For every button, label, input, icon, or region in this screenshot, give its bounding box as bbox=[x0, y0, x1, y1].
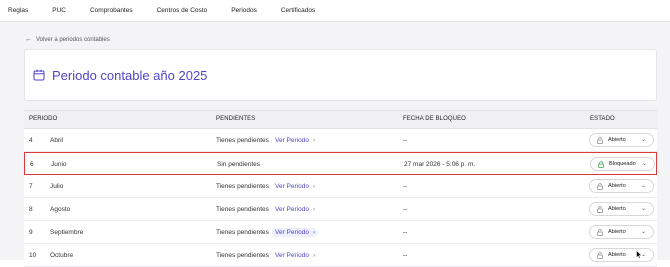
pending-status: Tienes pendientes bbox=[216, 137, 269, 144]
pending-status: Tienes pendientes bbox=[216, 206, 269, 213]
period-month: Agosto bbox=[50, 206, 71, 213]
lock-date: -- bbox=[403, 252, 408, 259]
lock-date: -- bbox=[403, 137, 408, 144]
period-number: 10 bbox=[29, 252, 37, 259]
ver-periodo-label: Ver Periodo bbox=[275, 229, 309, 236]
period-month: Septiembre bbox=[50, 229, 84, 236]
nav-item-comprobantes[interactable]: Comprobantes bbox=[90, 7, 133, 14]
period-month: Abril bbox=[50, 137, 64, 144]
pending-status: Sin pendientes bbox=[217, 161, 261, 168]
ver-periodo-label: Ver Periodo bbox=[275, 206, 309, 213]
header-estado: ESTADO bbox=[590, 116, 615, 122]
ver-periodo-link[interactable]: Ver Periodo › bbox=[272, 228, 319, 237]
ver-periodo-link[interactable]: Ver Periodo › bbox=[275, 206, 315, 213]
status-dropdown[interactable]: Bloqueado ⌄ bbox=[590, 157, 655, 171]
status-label: Abierto bbox=[608, 137, 626, 143]
period-month: Octubre bbox=[50, 252, 74, 259]
page-title: Periodo contable año 2025 bbox=[52, 67, 208, 83]
period-month: Julio bbox=[50, 183, 64, 190]
back-link[interactable]: ← Volver a periodos contables bbox=[25, 36, 110, 43]
lock-open-icon bbox=[597, 182, 603, 190]
calendar-icon bbox=[33, 69, 45, 81]
chevron-right-icon: › bbox=[312, 183, 316, 190]
ver-periodo-label: Ver Periodo bbox=[275, 252, 309, 259]
lock-open-icon bbox=[597, 228, 603, 236]
header-periodo: PERIODO bbox=[29, 116, 58, 122]
table-row: 7 Julio Tienes pendientes Ver Periodo › -… bbox=[24, 175, 657, 198]
period-number: 7 bbox=[29, 183, 33, 190]
chevron-down-icon: ⌄ bbox=[640, 206, 646, 212]
nav-item-periodos[interactable]: Periodos bbox=[231, 7, 257, 14]
status-dropdown[interactable]: Abierto ⌄ bbox=[589, 202, 654, 216]
status-dropdown[interactable]: Abierto ⌄ bbox=[589, 225, 654, 239]
header-pendientes: PENDIENTES bbox=[216, 116, 256, 122]
status-label: Bloqueado bbox=[609, 161, 636, 167]
chevron-down-icon: ⌄ bbox=[641, 161, 647, 167]
mouse-cursor-icon bbox=[636, 250, 642, 259]
chevron-down-icon: ⌄ bbox=[640, 229, 646, 235]
period-month: Junio bbox=[51, 161, 67, 168]
pending-status: Tienes pendientes bbox=[216, 183, 269, 190]
period-number: 6 bbox=[30, 161, 34, 168]
period-number: 4 bbox=[29, 137, 33, 144]
table-row: 4 Abril Tienes pendientes Ver Periodo › -… bbox=[24, 129, 657, 152]
chevron-right-icon: › bbox=[312, 229, 316, 236]
ver-periodo-link[interactable]: Ver Periodo › bbox=[275, 252, 315, 259]
nav-item-reglas[interactable]: Reglas bbox=[8, 7, 28, 14]
table-header: PERIODO PENDIENTES FECHA DE BLOQUEO ESTA… bbox=[24, 110, 657, 129]
nav-item-centros-de-costo[interactable]: Centros de Costo bbox=[157, 7, 208, 14]
lock-date: -- bbox=[403, 206, 408, 213]
title-card: Periodo contable año 2025 bbox=[24, 49, 657, 101]
header-fecha-bloqueo: FECHA DE BLOQUEO bbox=[403, 116, 466, 122]
table-row: 8 Agosto Tienes pendientes Ver Periodo › … bbox=[24, 198, 657, 221]
period-number: 9 bbox=[29, 229, 33, 236]
lock-date: -- bbox=[403, 183, 408, 190]
period-number: 8 bbox=[29, 206, 33, 213]
nav-item-puc[interactable]: PUC bbox=[52, 7, 66, 14]
lock-date: 27 mar 2026 - 5:06 p. m. bbox=[404, 161, 476, 168]
table-row: 10 Octubre Tienes pendientes Ver Periodo… bbox=[24, 244, 657, 267]
status-label: Abierto bbox=[608, 229, 626, 235]
table-row: 9 Septiembre Tienes pendientes Ver Perio… bbox=[24, 221, 657, 244]
top-navigation: Reglas PUC Comprobantes Centros de Costo… bbox=[0, 0, 670, 22]
chevron-right-icon: › bbox=[312, 252, 316, 259]
status-dropdown[interactable]: Abierto ⌄ bbox=[589, 133, 654, 147]
lock-open-icon bbox=[597, 251, 603, 259]
status-label: Abierto bbox=[608, 252, 626, 258]
ver-periodo-label: Ver Periodo bbox=[275, 183, 309, 190]
pending-status: Tienes pendientes bbox=[216, 229, 269, 236]
pending-status: Tienes pendientes bbox=[216, 252, 269, 259]
status-label: Abierto bbox=[608, 183, 626, 189]
ver-periodo-link[interactable]: Ver Periodo › bbox=[275, 137, 315, 144]
lock-open-icon bbox=[597, 205, 603, 213]
back-link-label: Volver a periodos contables bbox=[36, 36, 110, 43]
chevron-right-icon: › bbox=[312, 137, 316, 144]
nav-item-certificados[interactable]: Certificados bbox=[281, 7, 315, 14]
ver-periodo-link[interactable]: Ver Periodo › bbox=[275, 183, 315, 190]
table-row-selected: 6 Junio Sin pendientes 27 mar 2026 - 5:0… bbox=[24, 152, 657, 175]
status-label: Abierto bbox=[608, 206, 626, 212]
status-dropdown[interactable]: Abierto ⌄ bbox=[589, 179, 654, 193]
chevron-down-icon: ⌄ bbox=[640, 183, 646, 189]
lock-icon bbox=[598, 160, 604, 168]
ver-periodo-label: Ver Periodo bbox=[275, 137, 309, 144]
chevron-down-icon: ⌄ bbox=[640, 137, 646, 143]
chevron-right-icon: › bbox=[312, 206, 316, 213]
lock-open-icon bbox=[597, 136, 603, 144]
main-content: ← Volver a periodos contables Periodo co… bbox=[0, 22, 670, 267]
lock-date: -- bbox=[403, 229, 408, 236]
arrow-left-icon: ← bbox=[25, 36, 32, 43]
periods-table: PERIODO PENDIENTES FECHA DE BLOQUEO ESTA… bbox=[24, 110, 657, 267]
